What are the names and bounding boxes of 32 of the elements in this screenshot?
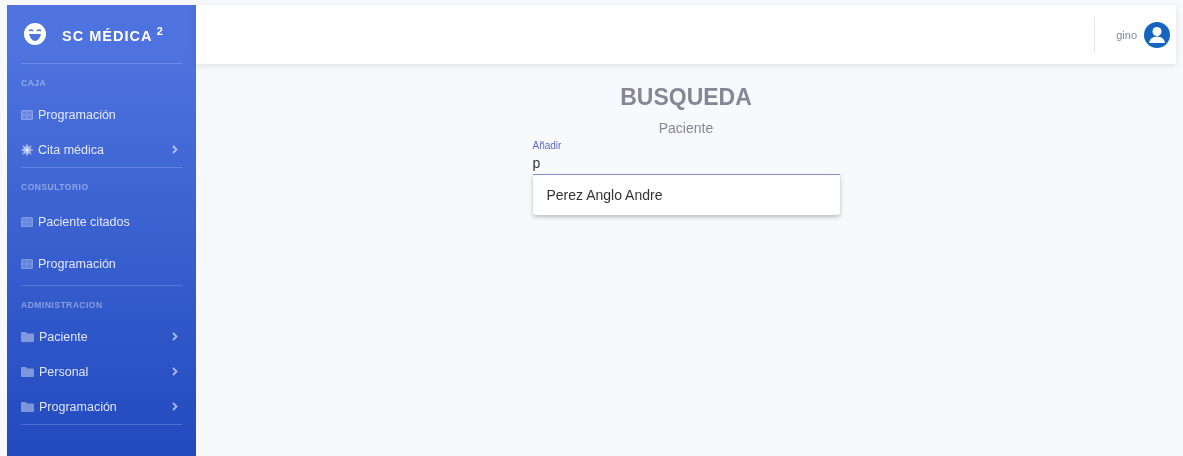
sidebar-item[interactable]: Paciente [21, 319, 182, 354]
section-heading: CONSULTORIO [21, 181, 90, 194]
folder-icon [21, 401, 34, 412]
page-title: BUSQUEDA [620, 84, 752, 111]
sidebar-item-label: Personal [39, 364, 90, 379]
sidebar-item-label: Programación [39, 399, 118, 414]
user-name[interactable]: gino [1116, 28, 1137, 41]
sidebar-item[interactable]: Programación [21, 97, 182, 132]
table-icon [21, 217, 33, 227]
user-avatar-icon[interactable] [1144, 21, 1170, 48]
folder-icon [21, 331, 34, 342]
folder-icon [21, 366, 34, 377]
suggestion-item[interactable]: Perez Anglo Andre [532, 175, 840, 215]
sidebar-item[interactable]: Programación [21, 243, 182, 285]
section-heading: ADMINISTRACION [21, 299, 104, 312]
sidebar-item-label: Cita médica [38, 142, 105, 157]
laughing-face-icon [24, 23, 46, 45]
table-icon [21, 109, 33, 120]
page-subtitle: Paciente [658, 120, 714, 136]
sidebar-item[interactable]: Personal [21, 354, 182, 389]
brand-name[interactable]: SC MÉDICA $^{2}$ [62, 24, 164, 44]
sidebar-item-label: Paciente [39, 329, 89, 344]
sidebar-item[interactable]: Programación [21, 389, 182, 424]
gear-icon [21, 143, 33, 156]
sidebar-item[interactable]: Paciente citados [21, 201, 182, 243]
sidebar-item-label: Paciente citados [38, 215, 131, 229]
sidebar-item-label: Programación [38, 107, 117, 122]
sidebar-item-label: Programación [38, 257, 117, 271]
section-heading: CAJA [21, 77, 48, 90]
table-icon [21, 259, 33, 269]
field-label: Añadir [532, 140, 562, 151]
sidebar-item[interactable]: Cita médica [21, 132, 182, 167]
